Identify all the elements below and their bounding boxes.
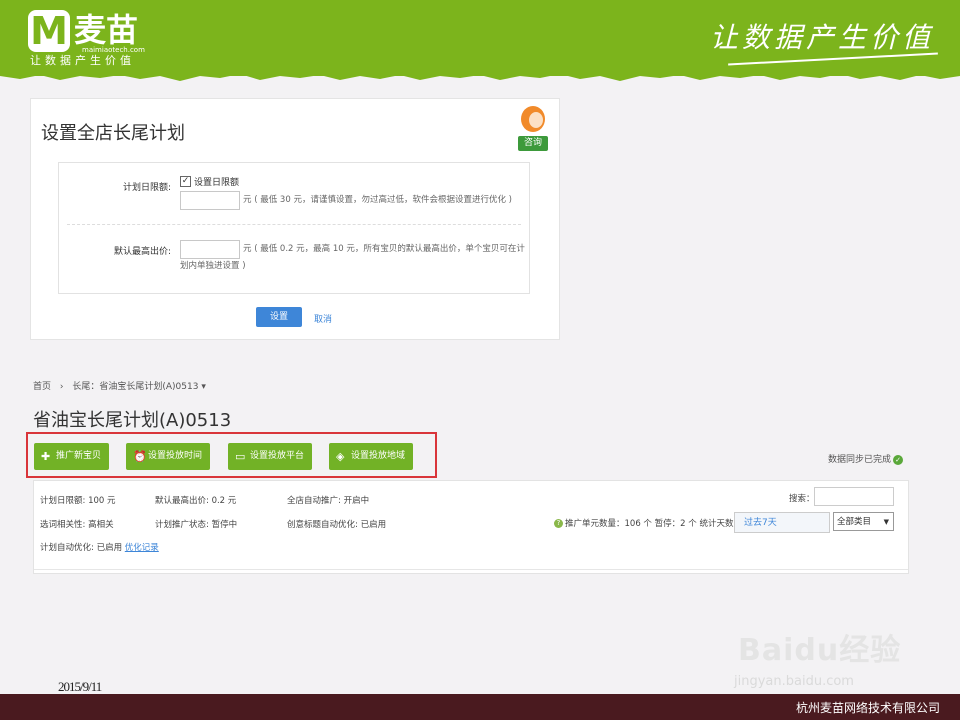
info-auto-opt-text: 计划自动优化: 已启用 — [40, 543, 123, 553]
info-relevance: 选词相关性: 高相关 — [40, 520, 114, 530]
set-region-label: 设置投放地域 — [351, 451, 406, 461]
check-circle-icon: ✓ — [893, 454, 904, 465]
watermark-url: jingyan.baidu.com — [734, 674, 854, 689]
question-icon[interactable]: ? — [554, 519, 563, 528]
monitor-icon: ▭ — [235, 450, 246, 463]
daily-limit-checkbox[interactable]: ✓ — [180, 176, 191, 187]
company-name: 杭州麦苗网络技术有限公司 — [795, 701, 940, 715]
set-region-button[interactable]: ◈ 设置投放地域 — [329, 443, 414, 470]
category-select[interactable]: 全部类目 ▼ — [833, 512, 894, 531]
set-schedule-button[interactable]: ⏰ 设置投放时间 — [126, 443, 211, 470]
clock-icon: ⏰ — [133, 450, 147, 463]
chevron-right-icon: › — [59, 382, 64, 392]
footer-bar: 杭州麦苗网络技术有限公司 — [0, 694, 960, 720]
breadcrumb-current[interactable]: 长尾：省油宝长尾计划(A)0513 — [72, 382, 198, 392]
daily-limit-checkbox-label: 设置日限额 — [194, 178, 240, 188]
sync-status: 数据同步已完成 ✓ — [828, 452, 904, 465]
set-platform-label: 设置投放平台 — [250, 451, 305, 461]
search-input[interactable] — [814, 487, 894, 506]
banner-torn-edge — [0, 70, 960, 81]
consult-label: 咨询 — [518, 136, 548, 151]
plan-info-panel: 计划日限额: 100 元 默认最高出价: 0.2 元 全店自动推广: 开启中 搜… — [33, 480, 909, 574]
daily-limit-label: 计划日限额: — [122, 183, 171, 193]
form-divider — [67, 224, 521, 225]
max-bid-label: 默认最高出价: — [113, 247, 171, 257]
map-icon: ◈ — [336, 450, 345, 463]
consult-avatar-icon — [521, 106, 545, 132]
info-auto-opt: 计划自动优化: 已启用 优化记录 — [40, 541, 159, 553]
header-slogan: 让数据产生价值 — [709, 21, 934, 54]
max-bid-input[interactable] — [180, 240, 240, 259]
set-platform-button[interactable]: ▭ 设置投放平台 — [228, 443, 313, 470]
promote-new-item-label: 推广新宝贝 — [56, 451, 102, 461]
header-banner: M 麦苗 maimiaotech.com 让数据产生价值 让数据产生价值 — [0, 0, 960, 76]
consult-button[interactable]: 咨询 — [518, 106, 548, 154]
baidu-watermark: Baidu经验 jingyan.baidu.com — [730, 620, 930, 700]
confirm-button[interactable]: 设置 — [256, 307, 302, 327]
slide-date: 2015/9/11 — [58, 679, 102, 694]
logo-url: maimiaotech.com — [82, 46, 145, 54]
plan-title: 省油宝长尾计划(A)0513 — [33, 410, 232, 431]
watermark-text: Baidu经验 — [738, 633, 902, 668]
logo-slogan: 让数据产生价值 — [30, 54, 135, 67]
plus-icon: ✚ — [41, 450, 51, 463]
select-arrow-icon: ▼ — [883, 518, 889, 526]
logo-mark: M — [28, 10, 70, 52]
max-bid-note-2: 划内单独进设置 ) — [180, 261, 246, 271]
dropdown-caret-icon[interactable]: ▾ — [201, 382, 206, 392]
info-default-bid: 默认最高出价: 0.2 元 — [155, 496, 237, 506]
info-auto-promote: 全店自动推广: 开启中 — [287, 496, 370, 506]
sync-status-text: 数据同步已完成 — [828, 455, 892, 465]
info-daily-limit: 计划日限额: 100 元 — [40, 496, 116, 506]
search-label: 搜索： — [789, 494, 815, 504]
period-selector[interactable]: 过去7天 — [734, 512, 830, 533]
category-select-value: 全部类目 — [837, 517, 872, 527]
set-schedule-label: 设置投放时间 — [148, 451, 203, 461]
slogan-underline — [728, 52, 938, 66]
breadcrumb-home[interactable]: 首页 — [33, 382, 51, 392]
longtail-setup-dialog: 设置全店长尾计划 咨询 计划日限额: ✓ 设置日限额 元 ( 最低 30 元，请… — [30, 98, 560, 340]
info-units: ? 推广单元数量：106 个 暂停：2 个 统计天数： — [554, 517, 742, 529]
daily-limit-input[interactable] — [180, 191, 240, 210]
info-units-text: 推广单元数量：106 个 暂停：2 个 统计天数： — [565, 519, 742, 529]
info-creative-opt: 创意标题自动优化: 已启用 — [287, 520, 387, 530]
breadcrumb: 首页 › 长尾：省油宝长尾计划(A)0513 ▾ — [33, 379, 206, 392]
promote-new-item-button[interactable]: ✚ 推广新宝贝 — [34, 443, 110, 470]
daily-limit-note: 元 ( 最低 30 元，请谨慎设置，勿过高过低，软件会根据设置进行优化 ) — [243, 195, 512, 205]
dialog-title: 设置全店长尾计划 — [41, 123, 185, 144]
opt-record-link[interactable]: 优化记录 — [125, 543, 159, 553]
info-status: 计划推广状态: 暂停中 — [155, 520, 238, 530]
cancel-link[interactable]: 取消 — [314, 312, 332, 325]
dialog-form: 计划日限额: ✓ 设置日限额 元 ( 最低 30 元，请谨慎设置，勿过高过低，软… — [58, 162, 530, 294]
max-bid-note: 元 ( 最低 0.2 元，最高 10 元，所有宝贝的默认最高出价，单个宝贝可在计 — [243, 244, 525, 254]
table-top-border — [34, 569, 908, 570]
logo-name: 麦苗 — [74, 11, 139, 49]
